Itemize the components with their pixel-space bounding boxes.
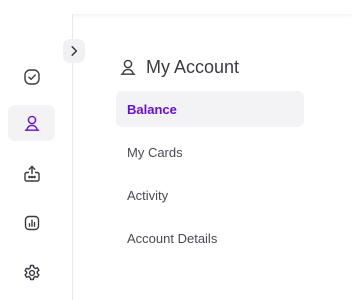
sidebar-item-account[interactable] [8,105,55,141]
page-header: My Account [118,55,239,79]
sidebar [0,14,73,300]
menu-item-balance[interactable]: Balance [116,91,304,127]
bar-chart-icon [24,215,39,231]
menu-item-activity[interactable]: Activity [116,177,304,213]
user-icon [24,115,39,131]
gear-icon [23,264,40,281]
menu-item-my-cards[interactable]: My Cards [116,134,304,170]
top-bar [0,0,352,14]
check-circle-icon [23,69,40,85]
menu-item-account-details[interactable]: Account Details [116,220,304,256]
account-menu: Balance My Cards Activity Account Detail… [116,91,304,263]
user-icon [120,59,136,75]
chevron-right-icon [71,46,78,56]
sidebar-expand-button[interactable] [63,39,85,63]
page-title: My Account [146,56,240,77]
upload-box-icon [23,165,40,182]
sidebar-item-transfer[interactable] [8,156,55,192]
sidebar-item-tasks[interactable] [8,59,55,95]
sidebar-item-settings[interactable] [8,255,55,291]
sidebar-item-reports[interactable] [8,205,55,241]
